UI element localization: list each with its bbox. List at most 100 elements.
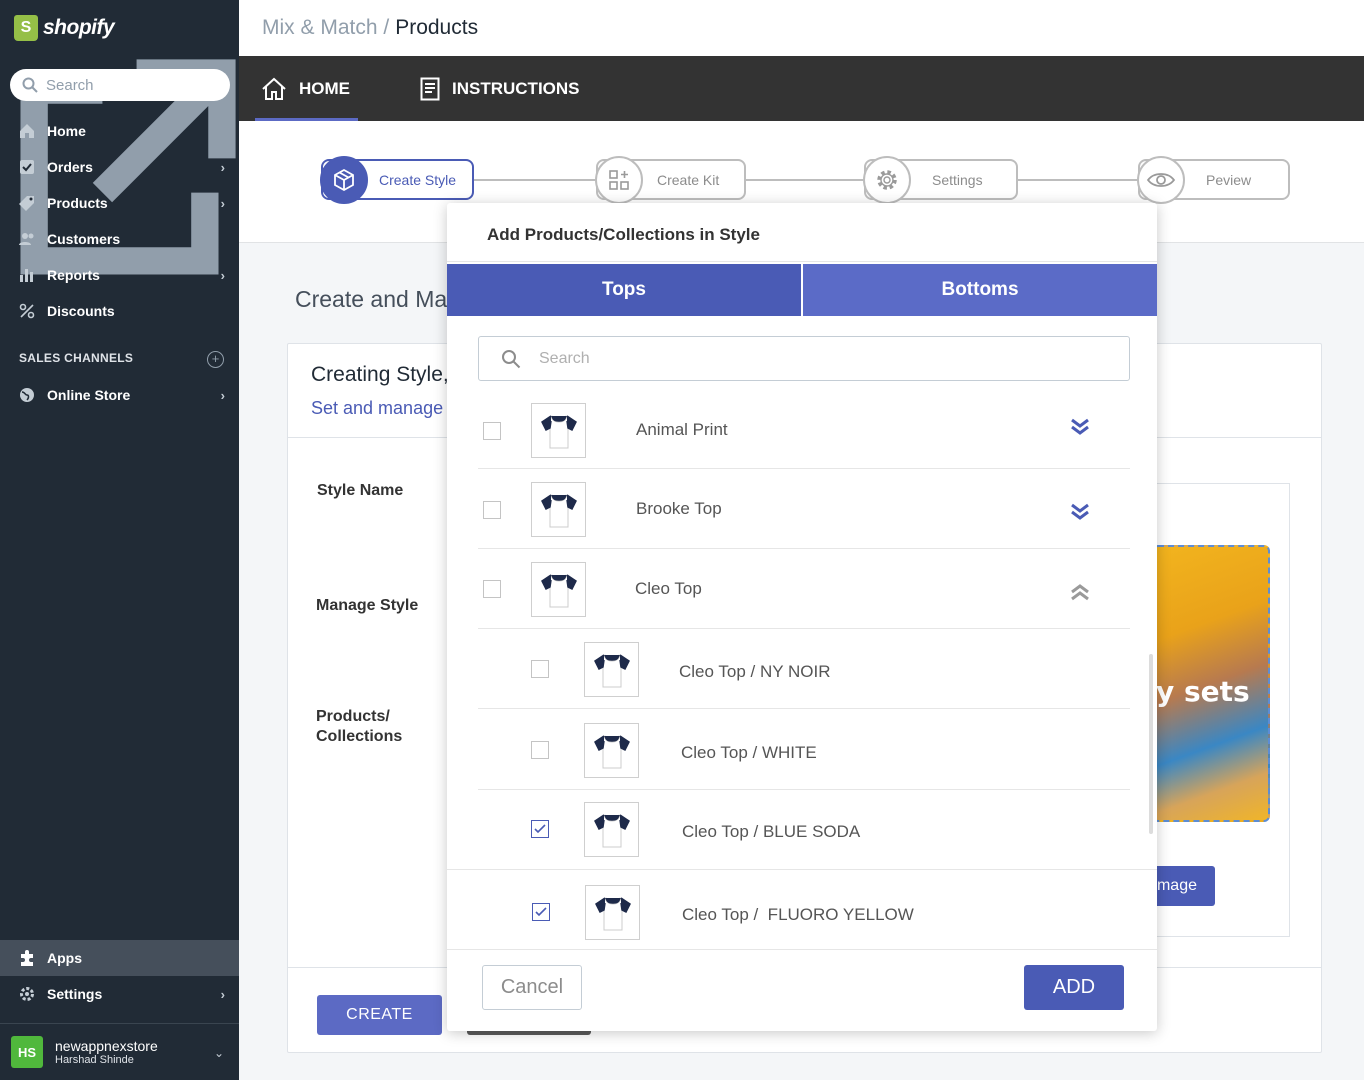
create-button[interactable]: CREATE	[317, 995, 442, 1035]
sidebar-item-label: Customers	[47, 231, 121, 247]
product-thumbnail	[584, 642, 639, 697]
step-connector	[745, 179, 865, 181]
breadcrumb: Mix & Match / Products	[239, 0, 1364, 56]
sidebar-search-input[interactable]: Search	[10, 69, 230, 101]
step-connector	[1017, 179, 1139, 181]
grid-add-icon	[595, 156, 643, 204]
add-channel-icon[interactable]: +	[207, 351, 224, 368]
sidebar-item-apps[interactable]: Apps	[0, 940, 239, 976]
row-checkbox-checked[interactable]	[531, 820, 549, 838]
tshirt-icon	[593, 813, 630, 847]
banner-image: y sets	[1152, 545, 1270, 822]
search-icon	[502, 349, 521, 368]
manage-style-label: Manage Style	[316, 597, 419, 614]
tshirt-icon	[540, 414, 577, 448]
cancel-button[interactable]: Cancel	[482, 965, 582, 1010]
list-item[interactable]: Cleo Top / BLUE SODA	[478, 790, 1130, 869]
page-title: Products	[395, 16, 479, 39]
sidebar-item-label: Online Store	[47, 387, 131, 403]
sidebar-bottom-nav: Apps Settings ›	[0, 940, 239, 1012]
list-item[interactable]: Animal Print	[478, 389, 1130, 468]
breadcrumb-parent[interactable]: Mix & Match /	[262, 16, 389, 40]
list-item[interactable]: Brooke Top	[478, 469, 1130, 548]
step-label: Create Style	[379, 171, 457, 188]
shopify-logo[interactable]: S shopify	[0, 0, 239, 56]
sidebar-search-placeholder: Search	[46, 76, 94, 94]
modal-search-placeholder: Search	[539, 349, 590, 367]
modal-search-input[interactable]: Search	[478, 336, 1130, 381]
product-thumbnail	[531, 562, 586, 617]
avatar: HS	[11, 1036, 43, 1068]
app-nav: HOME INSTRUCTIONS	[239, 56, 1364, 121]
row-checkbox[interactable]	[483, 422, 501, 440]
step-label: Create Kit	[657, 171, 720, 188]
expand-icon[interactable]	[1069, 416, 1091, 438]
variant-name: Cleo Top / FLUORO YELLOW	[682, 905, 914, 924]
add-button[interactable]: ADD	[1024, 965, 1124, 1010]
change-image-button[interactable]: mage	[1150, 866, 1215, 906]
tshirt-icon	[594, 896, 631, 930]
step-label: Settings	[932, 171, 983, 188]
modal-title: Add Products/Collections in Style	[487, 225, 760, 244]
sidebar-item-online-store[interactable]: Online Store ›	[0, 377, 239, 413]
chevron-right-icon: ›	[220, 196, 225, 211]
step-preview[interactable]: Peview	[1137, 156, 1290, 204]
sidebar-item-orders[interactable]: Orders ›	[0, 149, 239, 185]
row-checkbox[interactable]	[531, 660, 549, 678]
sidebar-item-settings[interactable]: Settings ›	[0, 976, 239, 1012]
tab-home[interactable]: HOME	[255, 56, 358, 121]
sidebar-item-home[interactable]: Home	[0, 113, 239, 149]
product-thumbnail	[584, 802, 639, 857]
product-name: Brooke Top	[636, 499, 722, 518]
checkmark-icon	[534, 824, 546, 834]
bar-chart-icon	[18, 266, 36, 284]
product-thumbnail	[531, 403, 586, 458]
step-settings[interactable]: Settings	[863, 156, 1018, 204]
banner-text: y sets	[1156, 675, 1250, 708]
home-icon	[262, 77, 286, 100]
sidebar-item-label: Home	[47, 123, 86, 139]
gear-icon	[18, 985, 36, 1003]
style-name-label: Style Name	[317, 482, 404, 499]
store-switcher[interactable]: HS newappnexstore Harshad Shinde ⌄	[0, 1023, 239, 1080]
collections-label: Collections	[316, 728, 403, 745]
tshirt-icon	[593, 734, 630, 768]
tab-instructions[interactable]: INSTRUCTIONS	[420, 56, 580, 121]
divider	[447, 949, 1157, 950]
chevron-right-icon: ›	[220, 268, 225, 283]
discount-icon	[18, 302, 36, 320]
row-checkbox[interactable]	[483, 580, 501, 598]
list-item[interactable]: Cleo Top	[478, 549, 1130, 628]
step-create-style[interactable]: Create Style	[320, 156, 474, 204]
step-create-kit[interactable]: Create Kit	[595, 156, 746, 204]
sidebar-item-label: Discounts	[47, 303, 115, 319]
row-checkbox-checked[interactable]	[532, 903, 550, 921]
list-item[interactable]: Cleo Top / FLUORO YELLOW	[478, 870, 1130, 949]
tab-tops[interactable]: Tops	[447, 264, 803, 316]
sidebar-item-products[interactable]: Products ›	[0, 185, 239, 221]
gear-icon	[863, 156, 911, 204]
tshirt-icon	[540, 573, 577, 607]
row-checkbox[interactable]	[531, 741, 549, 759]
checkmark-icon	[535, 907, 547, 917]
scrollbar[interactable]	[1149, 654, 1153, 834]
sidebar-item-label: Settings	[47, 986, 103, 1002]
card-title: Creating Style,	[311, 363, 449, 386]
sidebar-item-label: Orders	[47, 159, 93, 175]
store-info: newappnexstore Harshad Shinde	[55, 1038, 158, 1066]
list-item[interactable]: Cleo Top / NY NOIR	[478, 629, 1130, 708]
tab-bottoms[interactable]: Bottoms	[803, 264, 1157, 316]
eye-icon	[1137, 156, 1185, 204]
sidebar-item-customers[interactable]: Customers	[0, 221, 239, 257]
home-icon	[18, 122, 36, 140]
row-checkbox[interactable]	[483, 501, 501, 519]
sidebar-item-reports[interactable]: Reports ›	[0, 257, 239, 293]
expand-icon[interactable]	[1069, 501, 1091, 523]
collapse-icon[interactable]	[1069, 581, 1091, 603]
sidebar-item-label: Apps	[47, 950, 82, 966]
customers-icon	[18, 230, 36, 248]
list-item[interactable]: Cleo Top / WHITE	[478, 709, 1130, 788]
sidebar-item-discounts[interactable]: Discounts	[0, 293, 239, 329]
variant-name: Cleo Top / BLUE SODA	[682, 822, 861, 841]
sidebar: S shopify Search Home Orders › Products …	[0, 0, 239, 1080]
